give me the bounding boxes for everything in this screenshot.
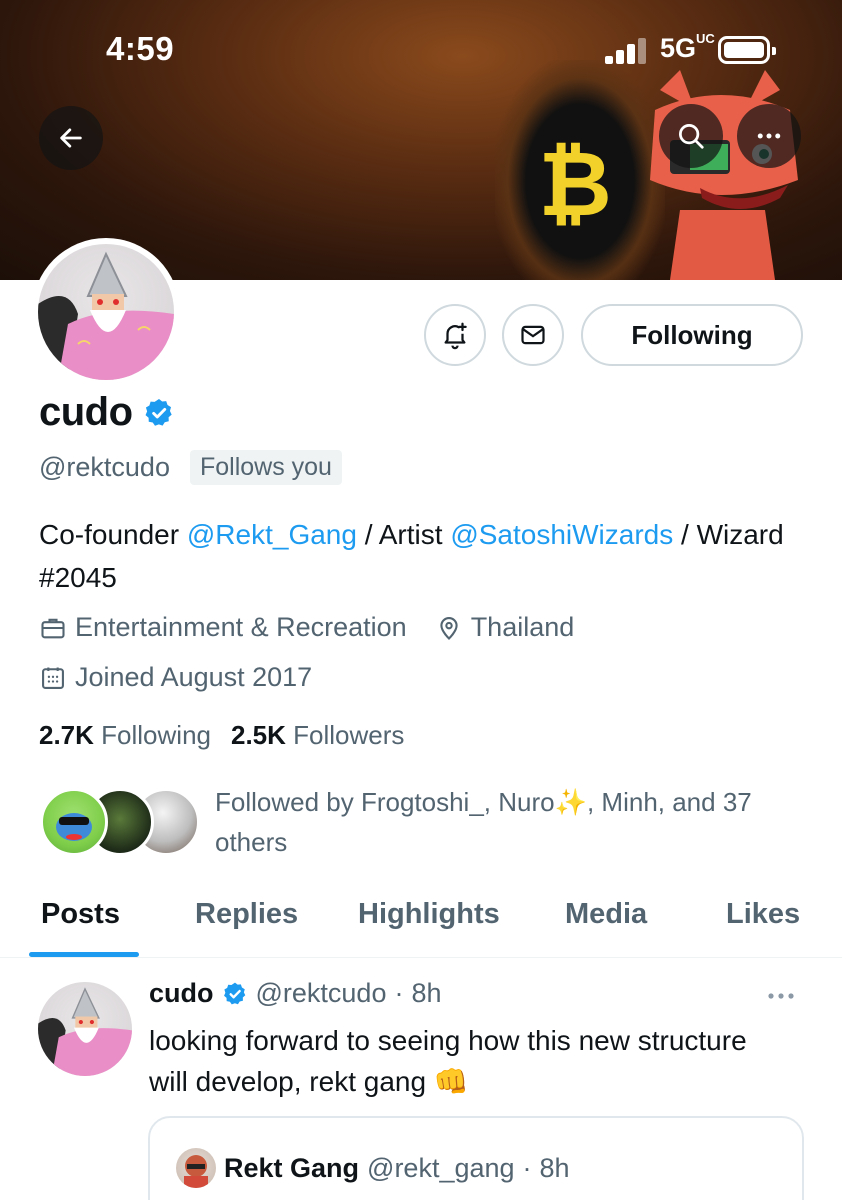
joined-label: Joined August 2017 bbox=[75, 662, 313, 692]
tab-likes[interactable]: Likes bbox=[726, 898, 800, 931]
tab-highlights[interactable]: Highlights bbox=[358, 898, 500, 931]
profile-banner[interactable]: ₿ 4:59 5GUC bbox=[0, 0, 842, 280]
more-icon bbox=[768, 993, 794, 999]
following-label: Following bbox=[101, 720, 211, 750]
handle-row: @rektcudo Follows you bbox=[39, 450, 342, 485]
category-label: Entertainment & Recreation bbox=[75, 612, 407, 642]
joined-row: Joined August 2017 bbox=[39, 662, 312, 693]
follows-you-badge: Follows you bbox=[189, 450, 342, 485]
more-icon bbox=[757, 133, 781, 139]
status-time: 4:59 bbox=[106, 30, 175, 67]
followed-by-avatars[interactable] bbox=[40, 788, 200, 860]
signal-icon bbox=[605, 38, 649, 64]
followers-count: 2.5K bbox=[230, 720, 286, 750]
active-tab-indicator bbox=[29, 952, 139, 957]
post-text: looking forward to seeing how this new s… bbox=[149, 1025, 747, 1097]
back-arrow-icon bbox=[60, 128, 82, 148]
profile-tabs: Posts Replies Highlights Media Likes bbox=[0, 890, 842, 958]
post-author-avatar[interactable] bbox=[38, 982, 132, 1076]
network-label: 5G bbox=[660, 33, 697, 63]
bio-text-1: Co-founder bbox=[39, 519, 187, 550]
wizard-avatar-art bbox=[38, 987, 132, 1076]
quoted-author-handle: @rekt_gang bbox=[367, 1152, 515, 1183]
message-icon bbox=[521, 325, 545, 345]
bio-mention-rekt-gang[interactable]: @Rekt_Gang bbox=[187, 519, 357, 550]
following-button[interactable]: Following bbox=[581, 304, 803, 366]
avatar bbox=[40, 788, 108, 856]
profile-name-row: cudo bbox=[39, 390, 175, 435]
quoted-post-card[interactable]: Rekt Gang @rekt_gang · 8h bbox=[148, 1116, 804, 1200]
search-icon bbox=[679, 124, 704, 149]
post-author-handle[interactable]: @rektcudo bbox=[256, 978, 387, 1009]
quoted-dot-separator: · bbox=[522, 1152, 532, 1183]
following-count-link[interactable]: 2.7K Following bbox=[39, 720, 211, 751]
briefcase-icon bbox=[41, 618, 65, 638]
tab-posts[interactable]: Posts bbox=[41, 898, 120, 931]
category-item: Entertainment & Recreation bbox=[39, 612, 407, 643]
more-options-button[interactable] bbox=[737, 104, 801, 168]
joined-item: Joined August 2017 bbox=[39, 662, 312, 693]
message-button[interactable] bbox=[502, 304, 564, 366]
quoted-author-name: Rekt Gang bbox=[224, 1152, 360, 1183]
post-author-name[interactable]: cudo bbox=[149, 978, 214, 1009]
profile-bio: Co-founder @Rekt_Gang / Artist @SatoshiW… bbox=[39, 513, 819, 599]
network-indicator: 5GUC bbox=[660, 31, 715, 64]
followed-by-text[interactable]: Followed by Frogtoshi_, Nuro✨, Minh, and… bbox=[215, 782, 815, 862]
notification-bell-icon bbox=[444, 322, 467, 350]
following-count: 2.7K bbox=[39, 720, 94, 750]
quoted-author-avatar bbox=[176, 1148, 216, 1188]
verified-badge-icon bbox=[223, 982, 245, 1004]
location-pin-icon bbox=[440, 616, 458, 640]
post-timestamp[interactable]: 8h bbox=[411, 978, 441, 1009]
bio-mention-satoshi-wizards[interactable]: @SatoshiWizards bbox=[450, 519, 673, 550]
verified-badge-icon[interactable] bbox=[143, 397, 175, 429]
wizard-avatar-art bbox=[38, 251, 174, 380]
follow-counts: 2.7K Following 2.5K Followers bbox=[39, 720, 404, 751]
location-item: Thailand bbox=[435, 612, 575, 643]
quoted-post-header: Rekt Gang @rekt_gang · 8h bbox=[176, 1148, 570, 1188]
location-label: Thailand bbox=[470, 612, 575, 642]
rekt-gang-avatar-art bbox=[184, 1155, 208, 1188]
frog-avatar-art bbox=[56, 813, 92, 841]
tab-replies[interactable]: Replies bbox=[195, 898, 298, 931]
display-name: cudo bbox=[39, 390, 133, 434]
bitcoin-icon: ₿ bbox=[538, 132, 612, 237]
tab-media[interactable]: Media bbox=[565, 898, 647, 931]
notification-button[interactable] bbox=[424, 304, 486, 366]
calendar-icon bbox=[42, 667, 64, 689]
banner-wolf-art bbox=[650, 70, 798, 280]
post-more-button[interactable] bbox=[766, 982, 796, 1008]
profile-meta-row: Entertainment & Recreation Thailand bbox=[39, 612, 574, 643]
network-suffix: UC bbox=[696, 31, 715, 46]
battery-icon bbox=[718, 36, 776, 64]
quoted-timestamp: 8h bbox=[539, 1152, 570, 1183]
followers-count-link[interactable]: 2.5K Followers bbox=[231, 720, 404, 751]
search-button[interactable] bbox=[659, 104, 723, 168]
profile-handle: @rektcudo bbox=[39, 452, 170, 482]
back-button[interactable] bbox=[39, 106, 103, 170]
post-dot-separator: · bbox=[394, 978, 404, 1008]
bio-text-2: / Artist bbox=[356, 519, 451, 550]
profile-avatar[interactable] bbox=[32, 238, 180, 386]
post-header: cudo @rektcudo · 8h bbox=[149, 978, 442, 1009]
followers-label: Followers bbox=[293, 720, 405, 750]
